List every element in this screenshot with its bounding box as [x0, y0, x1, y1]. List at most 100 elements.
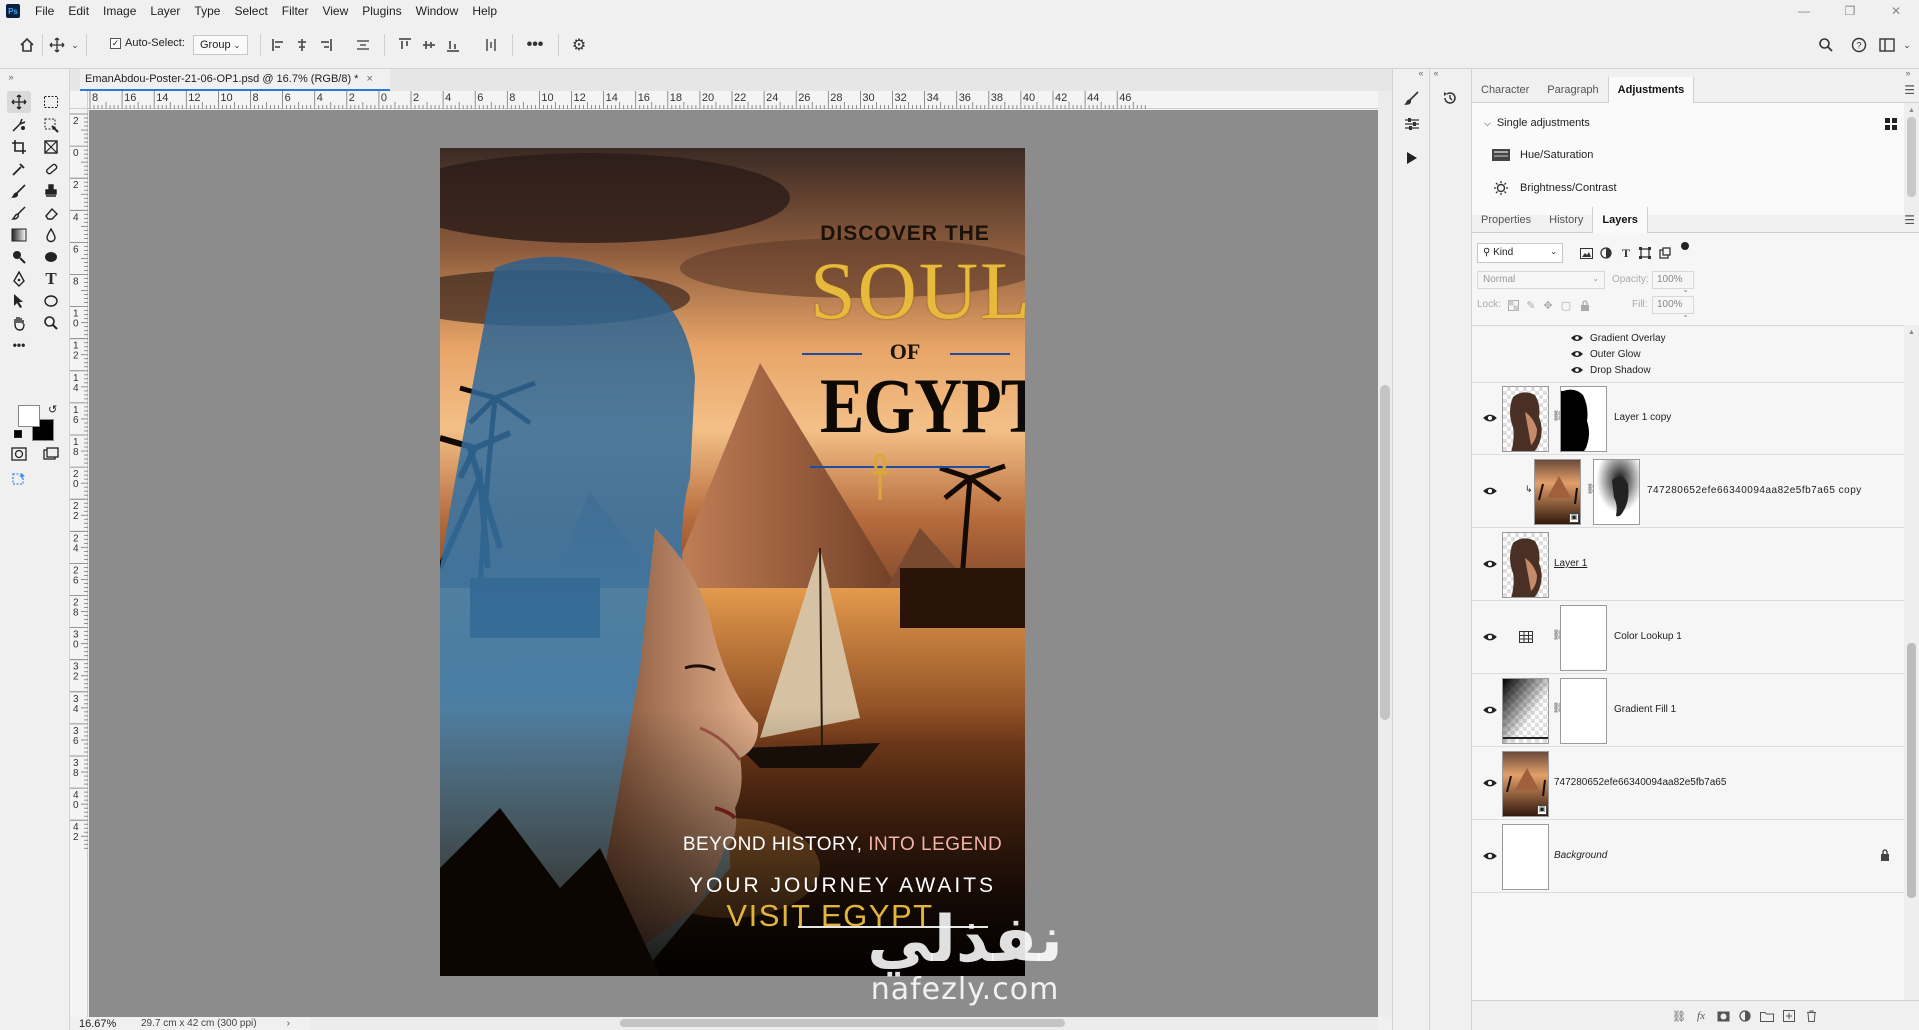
home-icon[interactable]: [18, 36, 36, 54]
layer-name[interactable]: Background: [1554, 850, 1607, 861]
layer-thumbnail[interactable]: [1502, 386, 1549, 452]
brush-tool-icon[interactable]: [7, 180, 31, 202]
lock-icon[interactable]: [1880, 849, 1890, 861]
vertical-ruler[interactable]: 2024681012141618202224262830323436384042: [70, 109, 88, 1017]
chevron-down-icon[interactable]: ⌄: [1898, 36, 1916, 54]
effect-gradient-overlay[interactable]: Gradient Overlay: [1570, 330, 1666, 346]
align-middle-icon[interactable]: [420, 36, 438, 54]
layer-row[interactable]: ⛓ Color Lookup 1: [1472, 602, 1904, 674]
play-actions-icon[interactable]: [1400, 146, 1424, 170]
frame-tool-icon[interactable]: [39, 136, 63, 158]
layer-mask-thumbnail[interactable]: [1560, 678, 1607, 744]
menu-window[interactable]: Window: [409, 0, 466, 22]
new-layer-icon[interactable]: [1782, 1009, 1796, 1023]
adjustment-hue-saturation[interactable]: Hue/Saturation: [1492, 148, 1593, 162]
lock-artboard-icon[interactable]: ▢: [1559, 298, 1573, 312]
eye-icon[interactable]: [1482, 776, 1498, 790]
layer-filter-select[interactable]: ⚲ Kind ⌄: [1477, 243, 1563, 263]
blend-mode-select[interactable]: Normal ⌄: [1477, 271, 1605, 289]
filter-type-icon[interactable]: T: [1619, 246, 1633, 260]
restore-icon[interactable]: ❐: [1827, 0, 1873, 22]
effect-drop-shadow[interactable]: Drop Shadow: [1570, 362, 1651, 378]
tab-history[interactable]: History: [1540, 207, 1592, 233]
auto-select-checkbox[interactable]: ✓ Auto-Select:: [110, 37, 185, 49]
quick-select-tool-icon[interactable]: [39, 114, 63, 136]
move-tool-icon[interactable]: [7, 91, 31, 113]
layer-thumbnail[interactable]: [1502, 532, 1549, 598]
quick-mask-icon[interactable]: [7, 443, 31, 465]
layer-name[interactable]: 747280652efe66340094aa82e5fb7a65 copy: [1647, 485, 1862, 496]
edit-toolbar-icon[interactable]: •••: [7, 334, 31, 356]
history-brush-tool-icon[interactable]: [7, 202, 31, 224]
scroll-up-icon[interactable]: ▲: [1908, 329, 1915, 336]
layer-thumbnail[interactable]: [1502, 824, 1549, 890]
filter-toggle-icon[interactable]: [1681, 242, 1689, 250]
eyedropper-tool-icon[interactable]: [7, 158, 31, 180]
more-options-icon[interactable]: •••: [526, 36, 544, 54]
search-icon[interactable]: [1817, 36, 1835, 54]
document-tab[interactable]: EmanAbdou-Poster-21-06-OP1.psd @ 16.7% (…: [80, 69, 390, 91]
link-icon[interactable]: ⛓: [1552, 411, 1565, 425]
layer-row[interactable]: ⛓ Layer 1 copy: [1472, 383, 1904, 455]
layer-name[interactable]: Gradient Fill 1: [1614, 704, 1676, 715]
menu-layer[interactable]: Layer: [143, 0, 187, 22]
object-selection-tool-icon[interactable]: [7, 114, 31, 136]
gradient-tool-icon[interactable]: [7, 224, 31, 246]
layer-mask-thumbnail[interactable]: [1560, 605, 1607, 671]
layer-style-fx-icon[interactable]: fx: [1694, 1009, 1708, 1023]
layers-scroll-thumb[interactable]: [1907, 643, 1916, 898]
lock-all-icon[interactable]: [1578, 298, 1592, 312]
menu-plugins[interactable]: Plugins: [355, 0, 408, 22]
screen-mode-icon[interactable]: [39, 443, 63, 465]
default-colors-icon[interactable]: [14, 430, 22, 438]
help-icon[interactable]: ?: [1850, 36, 1868, 54]
panel-menu-icon[interactable]: ☰: [1904, 213, 1915, 227]
chevron-down-icon[interactable]: ⌵: [1484, 118, 1491, 129]
adjustment-layer-icon[interactable]: [1738, 1009, 1752, 1023]
zoom-tool-icon[interactable]: [39, 312, 63, 334]
foreground-color-swatch-front[interactable]: [18, 405, 40, 427]
single-adjustments-header[interactable]: ⌵ Single adjustments: [1484, 117, 1590, 129]
layer-row[interactable]: ↳ ▣ ⛓ 747280652efe66340094aa82e5fb7a65 c…: [1472, 456, 1904, 528]
move-tool-icon[interactable]: [48, 36, 66, 54]
minimize-icon[interactable]: —: [1781, 0, 1827, 22]
lock-image-icon[interactable]: ✎: [1524, 298, 1538, 312]
eye-icon[interactable]: [1482, 630, 1498, 644]
align-right-icon[interactable]: [316, 36, 334, 54]
layer-thumbnail[interactable]: ▣: [1534, 459, 1581, 525]
eye-icon[interactable]: [1482, 557, 1498, 571]
layer-row[interactable]: ⛓ Gradient Fill 1: [1472, 675, 1904, 747]
properties-sliders-icon[interactable]: [1400, 112, 1424, 136]
menu-filter[interactable]: Filter: [275, 0, 316, 22]
type-tool-icon[interactable]: T: [39, 268, 63, 290]
path-selection-tool-icon[interactable]: [7, 290, 31, 312]
close-icon[interactable]: ✕: [1873, 0, 1919, 22]
menu-type[interactable]: Type: [187, 0, 227, 22]
canvas-horizontal-scroll-thumb[interactable]: [620, 1019, 1065, 1027]
menu-view[interactable]: View: [315, 0, 355, 22]
layer-row[interactable]: Background: [1472, 821, 1904, 893]
layer-row[interactable]: ▣ 747280652efe66340094aa82e5fb7a65: [1472, 748, 1904, 820]
checkbox-checked-icon[interactable]: ✓: [110, 37, 121, 49]
swap-colors-icon[interactable]: ↺: [48, 403, 57, 416]
tab-paragraph[interactable]: Paragraph: [1538, 77, 1607, 103]
gear-icon[interactable]: ⚙: [570, 36, 588, 54]
distribute-vertical-icon[interactable]: [482, 36, 500, 54]
hand-tool-icon[interactable]: [7, 312, 31, 334]
layer-row[interactable]: Layer 1: [1472, 529, 1904, 601]
filter-smart-object-icon[interactable]: [1658, 246, 1672, 260]
layer-name[interactable]: Layer 1 copy: [1614, 412, 1671, 423]
layer-thumbnail[interactable]: ▣: [1502, 751, 1549, 817]
tab-properties[interactable]: Properties: [1472, 207, 1540, 233]
adjustments-scroll-thumb[interactable]: [1907, 117, 1916, 197]
layer-name[interactable]: Color Lookup 1: [1614, 631, 1682, 642]
trash-icon[interactable]: [1804, 1009, 1818, 1023]
canvas-vertical-scroll-thumb[interactable]: [1380, 385, 1390, 720]
tab-adjustments[interactable]: Adjustments: [1607, 77, 1695, 103]
history-icon[interactable]: [1438, 86, 1462, 110]
marquee-tool-icon[interactable]: [39, 91, 63, 113]
pen-tool-icon[interactable]: [7, 268, 31, 290]
distribute-icon[interactable]: [354, 36, 372, 54]
menu-help[interactable]: Help: [465, 0, 504, 22]
filter-pixel-icon[interactable]: [1579, 246, 1593, 260]
